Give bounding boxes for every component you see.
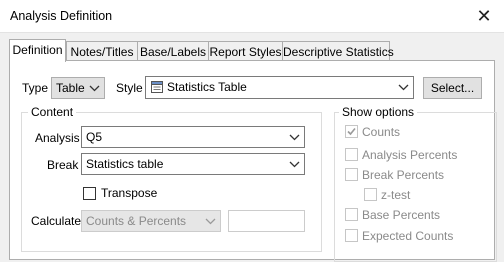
expected-counts-checkbox[interactable]	[345, 229, 358, 242]
show-options-legend: Show options	[339, 105, 418, 119]
definition-panel: Type Table Style Statistics Table Select…	[9, 60, 497, 262]
type-label: Type	[22, 81, 49, 95]
close-button[interactable]: ✕	[464, 0, 504, 33]
tab-report-styles[interactable]: Report Styles	[208, 41, 283, 61]
transpose-checkbox[interactable]	[83, 187, 96, 200]
chevron-down-icon	[398, 84, 409, 91]
break-value: Statistics table	[86, 157, 164, 171]
tab-notes-titles[interactable]: Notes/Titles	[66, 41, 138, 61]
counts-checkbox[interactable]	[345, 125, 358, 138]
analysis-percents-label: Analysis Percents	[362, 148, 458, 162]
tab-definition[interactable]: Definition	[9, 39, 66, 62]
tab-label: Definition	[12, 43, 63, 57]
calculate-value: Counts & Percents	[86, 214, 187, 228]
calculate-extra-input[interactable]	[228, 210, 305, 232]
tab-label: Notes/Titles	[70, 45, 134, 59]
chevron-down-icon	[289, 134, 300, 141]
base-percents-label: Base Percents	[362, 208, 441, 222]
break-label: Break	[47, 158, 79, 172]
transpose-label: Transpose	[101, 186, 158, 200]
chevron-down-icon	[205, 218, 216, 225]
break-percents-label: Break Percents	[362, 168, 445, 182]
break-dropdown[interactable]: Statistics table	[81, 153, 305, 175]
tab-label: Descriptive Statistics	[283, 45, 394, 59]
expected-counts-label: Expected Counts	[362, 229, 454, 243]
z-test-checkbox[interactable]	[364, 188, 377, 201]
tab-label: Report Styles	[209, 45, 282, 59]
chevron-down-icon	[89, 85, 100, 92]
calculate-dropdown[interactable]: Counts & Percents	[81, 210, 221, 232]
analysis-dropdown[interactable]: Q5	[81, 126, 305, 148]
title-bar: Analysis Definition ✕	[0, 0, 504, 33]
analysis-value: Q5	[86, 130, 103, 144]
tab-base-labels[interactable]: Base/Labels	[137, 41, 209, 61]
checkmark-icon	[347, 127, 356, 136]
break-percents-checkbox[interactable]	[345, 168, 358, 181]
counts-label: Counts	[362, 125, 401, 139]
style-dropdown[interactable]: Statistics Table	[145, 76, 414, 99]
content-legend: Content	[28, 105, 77, 119]
style-value: Statistics Table	[167, 80, 247, 94]
analysis-percents-checkbox[interactable]	[345, 148, 358, 161]
tab-descriptive-statistics[interactable]: Descriptive Statistics	[282, 41, 394, 61]
close-icon: ✕	[476, 6, 492, 26]
analysis-label: Analysis	[35, 131, 80, 145]
type-value: Table	[56, 81, 85, 95]
style-label: Style	[116, 81, 143, 95]
select-button-label: Select...	[430, 81, 475, 95]
select-button[interactable]: Select...	[423, 77, 482, 99]
document-icon	[151, 81, 163, 93]
chevron-down-icon	[289, 161, 300, 168]
tab-label: Base/Labels	[139, 45, 207, 59]
type-dropdown[interactable]: Table	[51, 77, 105, 99]
window-title: Analysis Definition	[10, 9, 113, 23]
z-test-label: z-test	[381, 188, 411, 202]
calculate-label: Calculate	[31, 214, 82, 228]
base-percents-checkbox[interactable]	[345, 208, 358, 221]
